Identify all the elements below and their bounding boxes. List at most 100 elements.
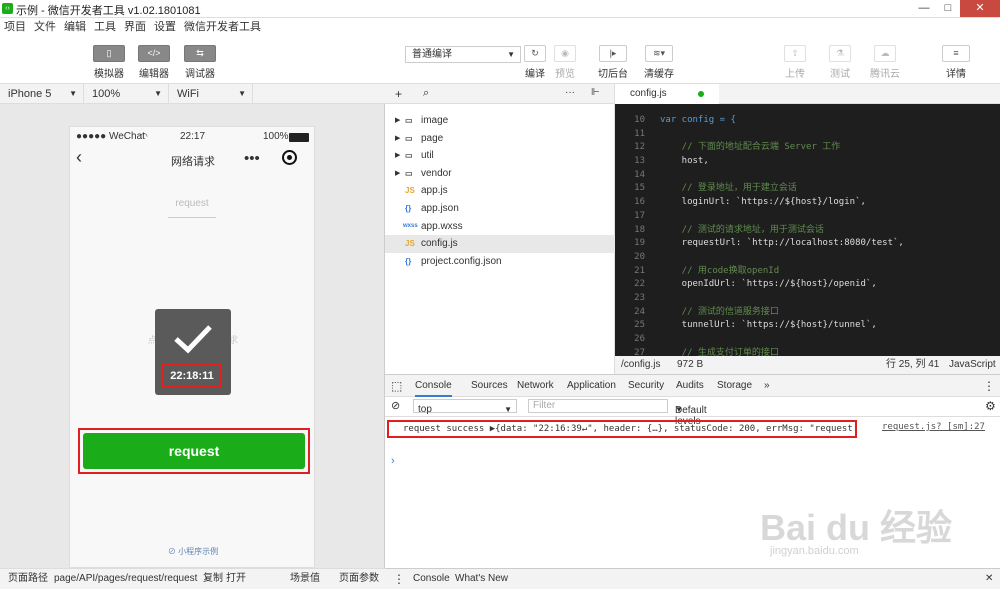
phone-screen: ●●●●● WeChat ◠ 22:17 100% ‹ 网络请求 ••• req… xyxy=(69,126,315,568)
file-tree-item[interactable]: ▶ ▭ util xyxy=(385,147,615,165)
checkmark-icon xyxy=(174,325,212,354)
mini-program-example-link[interactable]: ⊘ 小程序示例 xyxy=(70,546,316,557)
zoom-select[interactable]: 100% ▼ xyxy=(84,84,169,104)
device-select[interactable]: iPhone 5 ▼ xyxy=(0,84,84,104)
menu-edit[interactable]: 编辑 xyxy=(60,18,90,36)
open-link[interactable]: 打开 xyxy=(226,569,246,589)
file-name: config.js xyxy=(421,238,458,250)
compile-mode-select[interactable]: 普通编译 ▼ xyxy=(405,46,521,63)
app-icon: ‹› xyxy=(2,3,13,14)
menu-settings[interactable]: 设置 xyxy=(150,18,180,36)
test-button[interactable]: ⚗ 测试 xyxy=(829,45,851,80)
close-mp-icon[interactable] xyxy=(282,150,297,165)
upload-button[interactable]: ⇧ 上传 xyxy=(784,45,806,80)
log-source-link[interactable]: request.js? [sm]:27 xyxy=(882,422,985,432)
maximize-button[interactable]: □ xyxy=(936,0,960,17)
clear-cache-button[interactable]: ≋▾ 清缓存 xyxy=(644,45,674,80)
file-tree-item[interactable]: {} project.config.json xyxy=(385,253,615,271)
line-number: 18 xyxy=(634,224,645,235)
minimize-button[interactable]: — xyxy=(912,0,936,17)
menu-devtools[interactable]: 微信开发者工具 xyxy=(180,18,265,36)
code-line: 12 // 下面的地址配合云端 Server 工作 xyxy=(615,141,1000,155)
request-input[interactable]: request xyxy=(168,198,216,218)
gear-icon[interactable]: ⚙ xyxy=(985,399,996,413)
chevron-right-icon[interactable]: ▶ xyxy=(395,130,400,148)
copy-link[interactable]: 复制 xyxy=(203,569,223,589)
menu-file[interactable]: 文件 xyxy=(30,18,60,36)
drawer-tab-console[interactable]: Console xyxy=(413,569,450,589)
file-tree-item[interactable]: ▶ ▭ image xyxy=(385,112,615,130)
baidu-watermark: Bai du 经验 xyxy=(760,507,953,548)
menu-project[interactable]: 项目 xyxy=(0,18,30,36)
code-lines[interactable]: 10 var config = {11 12 // 下面的地址配合云端 Server… xyxy=(615,114,1000,360)
more-icon[interactable]: ⋮ xyxy=(983,375,995,397)
debug-icon: ⇆ xyxy=(184,45,216,62)
clear-console-icon[interactable]: ⊘ xyxy=(391,399,400,412)
drawer-close-icon[interactable]: ✕ xyxy=(985,569,993,589)
debugger-button[interactable]: ⇆ 调试器 xyxy=(184,45,216,80)
background-button[interactable]: |▸ 切后台 xyxy=(598,45,628,80)
log-message[interactable]: request success ▶{data: "22:16:39↵", hea… xyxy=(403,424,855,434)
file-tree-item[interactable]: JS app.js xyxy=(385,182,615,200)
tab-application[interactable]: Application xyxy=(567,375,616,397)
tab-more[interactable]: » xyxy=(764,375,770,397)
line-number: 14 xyxy=(634,169,645,180)
file-tree-item[interactable]: {} app.json xyxy=(385,200,615,218)
editor-button[interactable]: </> 编辑器 xyxy=(138,45,170,80)
main-toolbar: ▯ 模拟器 </> 编辑器 ⇆ 调试器 普通编译 ▼ ↻ 编译 ◉ 预览 |▸ 切后台 ≋▾ 清… xyxy=(0,36,1000,84)
tab-storage[interactable]: Storage xyxy=(717,375,752,397)
tab-sources[interactable]: Sources xyxy=(471,375,508,397)
chevron-right-icon[interactable]: ▶ xyxy=(395,147,400,165)
menu-view[interactable]: 界面 xyxy=(120,18,150,36)
tab-network[interactable]: Network xyxy=(517,375,554,397)
file-tree-item[interactable]: ▶ ▭ page xyxy=(385,130,615,148)
file-tree-item[interactable]: wxss app.wxss xyxy=(385,218,615,236)
filter-input[interactable]: Filter xyxy=(528,399,668,413)
tab-audits[interactable]: Audits xyxy=(676,375,704,397)
tencent-cloud-button[interactable]: ☁ 腾讯云 xyxy=(870,45,900,80)
code-text: host, xyxy=(660,156,709,167)
file-tree-item[interactable]: ▶ ▭ vendor xyxy=(385,165,615,183)
file-tree-item[interactable]: JS config.js xyxy=(385,235,615,253)
line-number: 24 xyxy=(634,306,645,317)
chevron-right-icon[interactable]: ▶ xyxy=(395,165,400,183)
folder-icon: ▭ xyxy=(405,116,413,125)
menu-tools[interactable]: 工具 xyxy=(90,18,120,36)
scene-value[interactable]: 场景值 xyxy=(290,569,320,589)
drawer-menu-icon[interactable]: ⋮ xyxy=(393,569,405,589)
drawer-tab-whats-new[interactable]: What's New xyxy=(455,569,508,589)
add-icon[interactable]: + xyxy=(395,87,402,101)
chevron-right-icon[interactable]: ▶ xyxy=(395,112,400,130)
simulator-settings-bar: iPhone 5 ▼ 100% ▼ WiFi ▼ xyxy=(0,84,385,104)
search-icon[interactable]: ⌕ xyxy=(423,87,429,100)
toast-time: 22:18:11 xyxy=(162,364,222,388)
context-select[interactable]: top ▼ xyxy=(413,399,517,415)
tab-console[interactable]: Console xyxy=(415,375,452,397)
more-icon[interactable]: ••• xyxy=(244,150,260,167)
flask-icon: ⚗ xyxy=(829,45,851,62)
window-title: 示例 - 微信开发者工具 v1.02.1801081 xyxy=(16,5,201,17)
editor-status-bar: /config.js 972 B 行 25, 列 41 JavaScript xyxy=(615,356,1000,374)
preview-button[interactable]: ◉ 预览 xyxy=(554,45,576,80)
tab-security[interactable]: Security xyxy=(628,375,664,397)
wifi-icon: ◠ xyxy=(140,131,148,141)
inspect-icon[interactable]: ⬚ xyxy=(391,375,402,397)
page-params[interactable]: 页面参数 xyxy=(339,569,379,589)
details-button[interactable]: ≡ 详情 xyxy=(942,45,970,80)
switch-background-icon: |▸ xyxy=(599,45,627,62)
unsaved-dot-icon xyxy=(698,91,704,97)
code-text: loginUrl: `https://${host}/login`, xyxy=(660,197,866,208)
compile-button[interactable]: ↻ 编译 xyxy=(524,45,546,80)
chevron-down-icon: ▼ xyxy=(154,89,162,98)
more-icon[interactable]: ··· xyxy=(565,87,575,98)
chevron-down-icon: ▼ xyxy=(238,89,246,98)
console-prompt[interactable]: › xyxy=(391,455,395,467)
code-editor: config.js 10 var config = {11 12 // 下面的地址配… xyxy=(615,84,1000,374)
line-number: 21 xyxy=(634,265,645,276)
network-select[interactable]: WiFi ▼ xyxy=(169,84,253,104)
close-button[interactable]: ✕ xyxy=(960,0,1000,17)
console-log-row: request success ▶{data: "22:16:39↵", hea… xyxy=(385,419,1000,439)
collapse-icon[interactable]: ⊩ xyxy=(591,87,600,98)
simulator-button[interactable]: ▯ 模拟器 xyxy=(93,45,125,80)
request-button[interactable]: request xyxy=(83,433,305,469)
